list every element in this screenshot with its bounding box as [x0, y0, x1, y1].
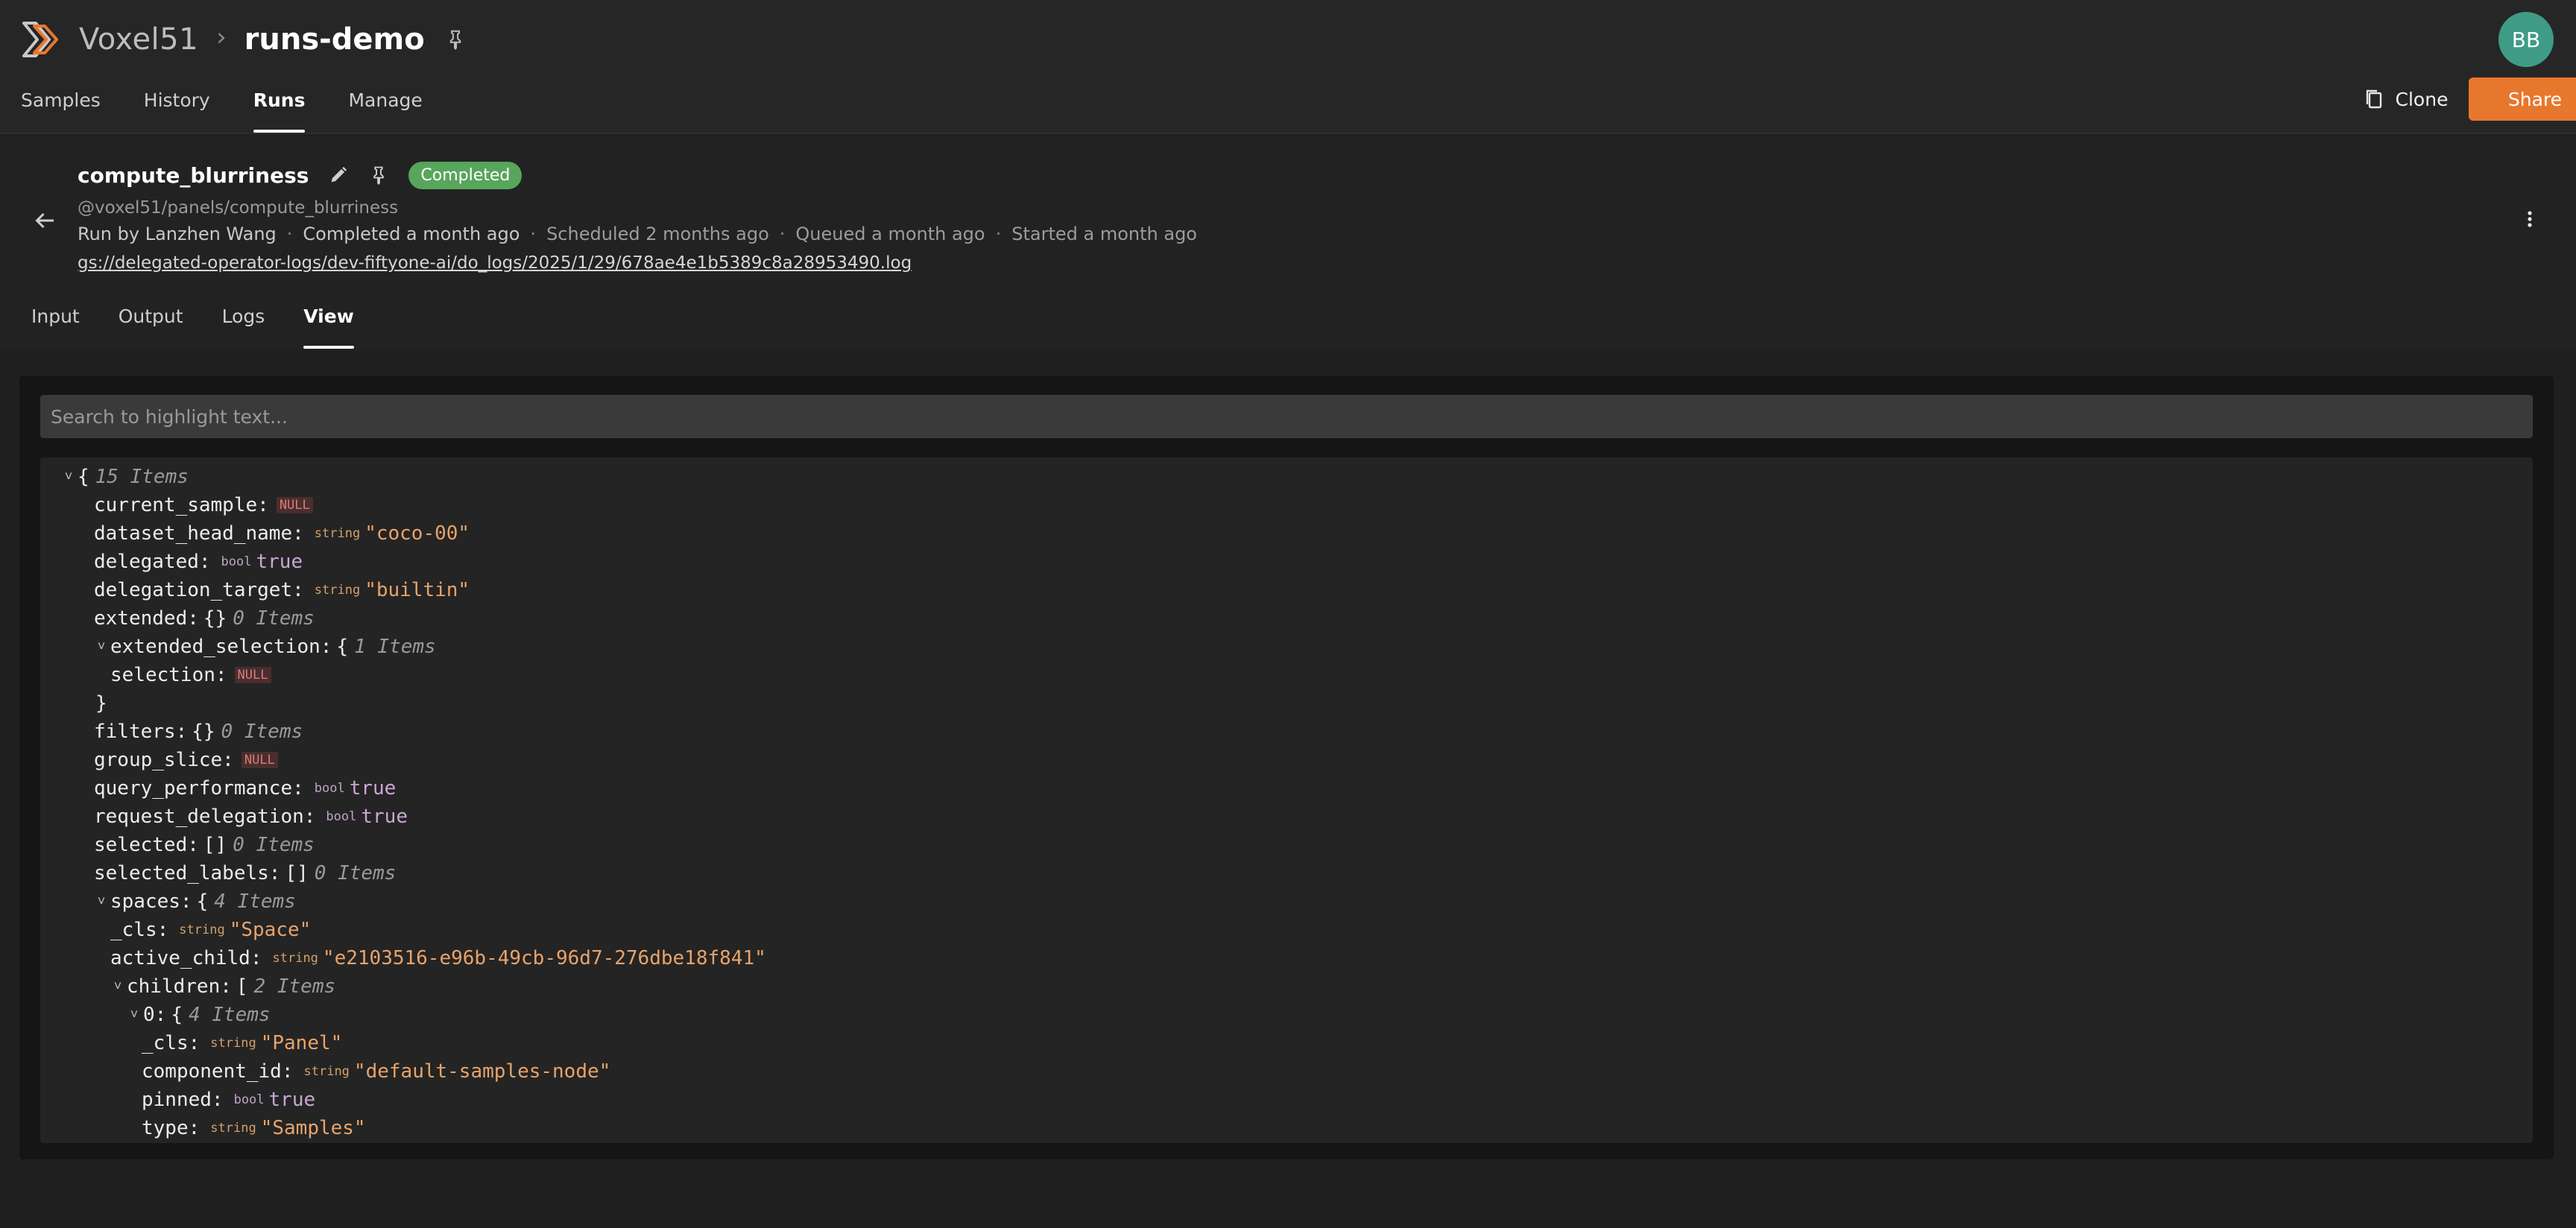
- run-by: Run by Lanzhen Wang: [78, 224, 277, 244]
- operator-uri: @voxel51/panels/compute_blurriness: [78, 198, 399, 218]
- run-metadata: Run by Lanzhen Wang · Completed a month …: [78, 224, 1197, 244]
- json-row: extended: {} 0 Items: [94, 607, 315, 630]
- json-row: query_performance: bool true: [94, 777, 397, 800]
- json-row: delegated: bool true: [94, 551, 303, 573]
- run-info-section: compute_blurriness Completed @voxel51/pa…: [0, 136, 2576, 350]
- json-row: dataset_head_name: string "coco-00": [94, 522, 470, 545]
- json-row: selected_labels: [] 0 Items: [94, 862, 397, 884]
- tab-view[interactable]: View: [303, 301, 354, 349]
- more-options-icon[interactable]: [2519, 204, 2540, 234]
- json-root[interactable]: ˅ { 15 Items: [61, 463, 189, 491]
- json-row: pinned: bool true: [142, 1089, 316, 1111]
- dataset-nav-tabs: Samples History Runs Manage: [21, 83, 466, 134]
- json-row[interactable]: ˅ children: [ 2 Items: [110, 972, 336, 1001]
- top-header: Voxel51 › runs-demo BB Samples History R…: [0, 0, 2576, 134]
- collapse-chevron-icon[interactable]: ˅: [94, 887, 109, 916]
- json-row[interactable]: ˅ extended_selection: { 1 Items: [94, 633, 436, 661]
- tab-logs[interactable]: Logs: [222, 301, 265, 349]
- json-row: selection: NULL: [110, 661, 271, 689]
- tab-samples[interactable]: Samples: [21, 83, 101, 133]
- clone-label: Clone: [2395, 88, 2449, 110]
- tab-input[interactable]: Input: [31, 301, 80, 349]
- back-arrow-icon[interactable]: [31, 207, 58, 234]
- user-avatar[interactable]: BB: [2498, 12, 2554, 67]
- collapse-chevron-icon[interactable]: ˅: [110, 972, 125, 1001]
- json-row: type: string "Samples": [142, 1117, 366, 1139]
- json-row: _cls: string "Space": [110, 919, 312, 941]
- started-time: Started a month ago: [1011, 224, 1197, 244]
- collapse-chevron-icon[interactable]: ˅: [61, 463, 76, 491]
- json-row: request_delegation: bool true: [94, 806, 408, 828]
- pin-icon[interactable]: [444, 28, 467, 51]
- completed-time: Completed a month ago: [303, 224, 520, 244]
- pin-icon[interactable]: [368, 165, 389, 186]
- json-row: group_slice: NULL: [94, 746, 278, 774]
- run-tabs: Input Output Logs View: [31, 301, 393, 350]
- view-panel: ˅ { 15 Items current_sample: NULL datase…: [19, 376, 2554, 1159]
- json-viewer[interactable]: ˅ { 15 Items current_sample: NULL datase…: [40, 458, 2533, 1143]
- json-row: _cls: string "Panel": [142, 1032, 343, 1054]
- json-row[interactable]: ˅ spaces: { 4 Items: [94, 887, 296, 916]
- log-path-link[interactable]: gs://delegated-operator-logs/dev-fiftyon…: [78, 253, 912, 273]
- voxel51-logo-icon[interactable]: [19, 19, 61, 60]
- queued-time: Queued a month ago: [795, 224, 985, 244]
- json-row: filters: {} 0 Items: [94, 721, 303, 743]
- share-button[interactable]: Share: [2469, 77, 2576, 121]
- edit-icon[interactable]: [328, 165, 349, 186]
- tab-output[interactable]: Output: [119, 301, 183, 349]
- search-input[interactable]: [40, 395, 2533, 438]
- scheduled-time: Scheduled 2 months ago: [546, 224, 769, 244]
- breadcrumb-separator: ›: [216, 22, 227, 52]
- breadcrumb: Voxel51 › runs-demo: [19, 13, 467, 66]
- collapse-chevron-icon[interactable]: ˅: [127, 1001, 142, 1029]
- json-row[interactable]: ˅ 0: { 4 Items: [127, 1001, 271, 1029]
- copy-icon: [2366, 89, 2381, 109]
- json-row: active_child: string "e2103516-e96b-49cb…: [110, 947, 766, 969]
- run-title-row: compute_blurriness Completed: [78, 156, 523, 194]
- collapse-chevron-icon[interactable]: ˅: [94, 633, 109, 661]
- json-row: selected: [] 0 Items: [94, 834, 315, 856]
- clone-button[interactable]: Clone: [2354, 77, 2458, 121]
- json-row: component_id: string "default-samples-no…: [142, 1060, 611, 1083]
- tab-runs[interactable]: Runs: [253, 83, 305, 133]
- json-row: delegation_target: string "builtin": [94, 579, 470, 601]
- brand-name[interactable]: Voxel51: [79, 22, 198, 57]
- status-badge: Completed: [408, 161, 523, 189]
- json-row: current_sample: NULL: [94, 491, 313, 519]
- run-name: compute_blurriness: [78, 162, 309, 188]
- dataset-name[interactable]: runs-demo: [244, 22, 425, 57]
- json-row: }: [95, 692, 107, 715]
- tab-manage[interactable]: Manage: [348, 83, 422, 133]
- tab-history[interactable]: History: [144, 83, 210, 133]
